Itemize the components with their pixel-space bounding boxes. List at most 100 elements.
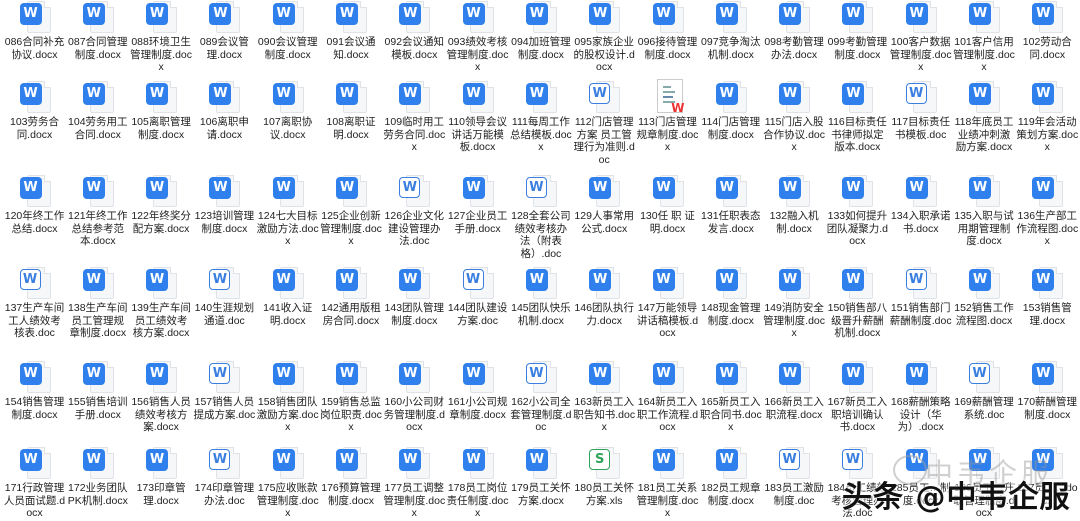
file-item[interactable]: W 168薪酬策略设计（华为）.docx xyxy=(889,360,952,434)
file-item[interactable]: W 090会议管理制度.docx xyxy=(256,0,319,61)
file-item[interactable]: W 121年终工作总结参考范本.docx xyxy=(66,174,129,248)
file-item[interactable]: W 131任职表态发言.docx xyxy=(699,174,762,235)
file-item[interactable]: W 110领导会议讲话万能模板.docx xyxy=(446,80,509,154)
file-item[interactable]: W 187员工…docx xyxy=(1016,446,1079,507)
file-item[interactable]: W 125企业创新管理制度.docx xyxy=(320,174,383,248)
file-item[interactable]: W 108离职证明.docx xyxy=(320,80,383,141)
file-item[interactable]: W 169薪酬管理系统.doc xyxy=(953,360,1016,421)
file-item[interactable]: W 109临时用工劳务合同.docx xyxy=(383,80,446,154)
file-item[interactable]: W 185员工…制度.docx xyxy=(889,446,952,507)
file-item[interactable]: W 130任 职 证 明.docx xyxy=(636,174,699,235)
file-item[interactable]: W 123培训管理制度.docx xyxy=(193,174,256,235)
file-item[interactable]: W 174印章管理办法.doc xyxy=(193,446,256,507)
file-item[interactable]: W 175应收账款管理制度.docx xyxy=(256,446,319,520)
file-item[interactable]: W 086合同补充协议.docx xyxy=(3,0,66,61)
file-item[interactable]: W 114门店管理制度.docx xyxy=(699,80,762,141)
file-item[interactable]: W 111每周工作总结模板.docx xyxy=(509,80,572,154)
file-item[interactable]: W 141收入证明.docx xyxy=(256,266,319,327)
file-item[interactable]: W 146团队执行力.docx xyxy=(573,266,636,327)
file-item[interactable]: W 116目标责任书律师拟定版本.docx xyxy=(826,80,889,154)
file-item[interactable]: W 104劳务用工合同.docx xyxy=(66,80,129,141)
file-item[interactable]: W 162小公司全套管理制度.doc xyxy=(509,360,572,434)
file-item[interactable]: W 151销售部门薪酬制度.doc xyxy=(889,266,952,327)
file-item[interactable]: W 091会议通知.docx xyxy=(320,0,383,61)
file-item[interactable]: W 183员工激励制度.doc xyxy=(763,446,826,507)
file-item[interactable]: W 153销售管理.docx xyxy=(1016,266,1079,327)
file-item[interactable]: W 100客户数据管理制度.docx xyxy=(889,0,952,74)
file-item[interactable]: W 106离职申请.docx xyxy=(193,80,256,141)
file-item[interactable]: W 128全套公司绩效考核办法（附表格）.doc xyxy=(509,174,572,260)
file-item[interactable]: W 102劳动合同.docx xyxy=(1016,0,1079,61)
file-item[interactable]: W 119年会活动策划方案.docx xyxy=(1016,80,1079,154)
file-item[interactable]: W 160小公司财务管理制度.docx xyxy=(383,360,446,434)
file-item[interactable]: W 177员工调整管理制度.docx xyxy=(383,446,446,520)
file-item[interactable]: W 117目标责任书模板.doc xyxy=(889,80,952,141)
file-item[interactable]: W 107离职协议.docx xyxy=(256,80,319,141)
file-item[interactable]: W 171行政管理人员面试题.docx xyxy=(3,446,66,520)
file-item[interactable]: W 087合同管理制度.docx xyxy=(66,0,129,61)
file-item[interactable]: W 167新员工入职培训确认书.docx xyxy=(826,360,889,434)
file-item[interactable]: W 096接待管理制度.docx xyxy=(636,0,699,61)
file-item[interactable]: W 095家族企业的股权设计.docx xyxy=(573,0,636,74)
file-item[interactable]: W 127企业员工手册.docx xyxy=(446,174,509,235)
file-item[interactable]: W 139生产车间员工绩效考核方案.docx xyxy=(130,266,193,340)
file-item[interactable]: W 173印章管理.docx xyxy=(130,446,193,507)
file-item[interactable]: W 179员工关怀方案.docx xyxy=(509,446,572,507)
file-item[interactable]: W 124七大目标激励方法.docx xyxy=(256,174,319,248)
file-item[interactable]: W 134入职承诺书.docx xyxy=(889,174,952,235)
file-item[interactable]: W 154销售管理制度.docx xyxy=(3,360,66,421)
file-item[interactable]: W 158销售团队激励方案.docx xyxy=(256,360,319,434)
file-item[interactable]: W 184员工绩效考核管理办法.doc xyxy=(826,446,889,520)
file-item[interactable]: W 172业务团队PK机制.docx xyxy=(66,446,129,507)
file-item[interactable]: W 099考勤管理制度.docx xyxy=(826,0,889,61)
file-item[interactable]: W 145团队快乐机制.docx xyxy=(509,266,572,327)
file-item[interactable]: W 176预算管理制度.docx xyxy=(320,446,383,507)
file-item[interactable]: W 094加班管理制度.docx xyxy=(509,0,572,61)
file-item[interactable]: W 164新员工入职工作流程.docx xyxy=(636,360,699,434)
file-item[interactable]: W 113门店管理规章制度.docx xyxy=(636,79,699,154)
file-item[interactable]: W 089会议管理.docx xyxy=(193,0,256,61)
file-item[interactable]: W 157销售人员提成方案.doc xyxy=(193,360,256,421)
file-item[interactable]: W 105离职管理制度.docx xyxy=(130,80,193,141)
file-item[interactable]: W 182员工规章制度.docx xyxy=(699,446,762,507)
file-item[interactable]: W 137生产车间工人绩效考核表.doc xyxy=(3,266,66,340)
file-item[interactable]: W 181员工关系管理制度.docx xyxy=(636,446,699,520)
file-item[interactable]: W 143团队管理制度.docx xyxy=(383,266,446,327)
file-item[interactable]: W 115门店入股合作协议.docx xyxy=(763,80,826,154)
file-item[interactable]: W 156销售人员绩效考核方案.docx xyxy=(130,360,193,434)
file-item[interactable]: W 101客户信用管理制度.docx xyxy=(953,0,1016,74)
file-item[interactable]: W 118年底员工业绩冲刺激励方案.docx xyxy=(953,80,1016,154)
file-item[interactable]: W 129人事常用公式.docx xyxy=(573,174,636,235)
file-item[interactable]: W 147万能领导讲话稿模板.docx xyxy=(636,266,699,340)
file-item[interactable]: S 180员工关怀方案.xls xyxy=(573,446,636,507)
file-item[interactable]: W 166新员工入职流程.docx xyxy=(763,360,826,421)
file-item[interactable]: W 150销售部八级晋升薪酬机制.docx xyxy=(826,266,889,340)
file-item[interactable]: W 155销售培训手册.docx xyxy=(66,360,129,421)
file-item[interactable]: W 126企业文化建设管理办法.doc xyxy=(383,174,446,248)
file-item[interactable]: W 140生涯规划通道.doc xyxy=(193,266,256,327)
file-item[interactable]: W 170薪酬管理制度.docx xyxy=(1016,360,1079,421)
file-item[interactable]: W 092会议通知模板.docx xyxy=(383,0,446,61)
file-item[interactable]: W 142通用版租房合同.docx xyxy=(320,266,383,327)
file-item[interactable]: W 088环境卫生管理制度.docx xyxy=(130,0,193,74)
file-item[interactable]: W 097竞争淘汰机制.docx xyxy=(699,0,762,61)
file-item[interactable]: W 133如何提升团队凝聚力.docx xyxy=(826,174,889,248)
file-item[interactable]: W 165新员工入职合同书.docx xyxy=(699,360,762,434)
file-item[interactable]: W 186员工…升职管理制度.docx xyxy=(953,446,1016,520)
file-item[interactable]: W 148现金管理制度.docx xyxy=(699,266,762,327)
file-item[interactable]: W 098考勤管理办法.docx xyxy=(763,0,826,61)
file-item[interactable]: W 136生产部工作流程图.docx xyxy=(1016,174,1079,248)
file-item[interactable]: W 159销售总监岗位职责.docx xyxy=(320,360,383,434)
file-item[interactable]: W 135入职与试用期管理制度.docx xyxy=(953,174,1016,248)
file-item[interactable]: W 112门店管理方案 员工管理行为准则.doc xyxy=(573,80,636,166)
file-item[interactable]: W 144团队建设方案.doc xyxy=(446,266,509,327)
file-item[interactable]: W 163新员工入职告知书.docx xyxy=(573,360,636,434)
file-item[interactable]: W 161小公司规章制度.docx xyxy=(446,360,509,421)
file-item[interactable]: W 138生产车间员工管理规章制度.docx xyxy=(66,266,129,340)
file-item[interactable]: W 132融入机制.docx xyxy=(763,174,826,235)
file-item[interactable]: W 149消防安全管理制度.docx xyxy=(763,266,826,340)
file-item[interactable]: W 093绩效考核管理制度.docx xyxy=(446,0,509,74)
file-item[interactable]: W 178员工岗位责任制度.docx xyxy=(446,446,509,520)
file-item[interactable]: W 152销售工作流程图.docx xyxy=(953,266,1016,327)
file-item[interactable]: W 120年终工作总结.docx xyxy=(3,174,66,235)
